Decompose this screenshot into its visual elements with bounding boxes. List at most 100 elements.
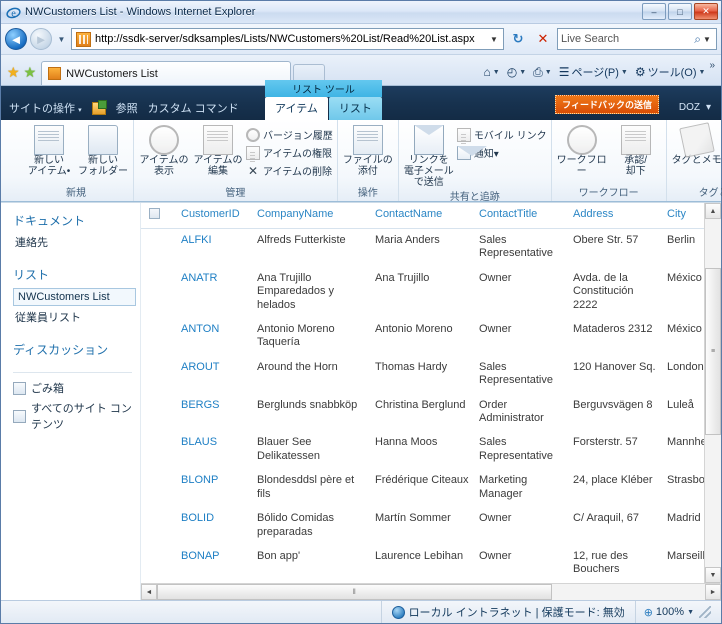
cell-customerid[interactable]: BLAUS <box>177 431 253 469</box>
search-box[interactable]: Live Search ⌕ ▼ <box>557 28 717 50</box>
tab-list[interactable]: リスト <box>328 97 382 120</box>
customer-link[interactable]: AROUT <box>181 361 220 373</box>
customer-link[interactable]: ANTON <box>181 323 219 335</box>
sidebar-item-nwcustomers-list[interactable]: NWCustomers List <box>13 288 136 306</box>
sidebar-item-contacts[interactable]: 連絡先 <box>13 234 140 250</box>
mobile-link-button[interactable]: モバイル リンク <box>456 126 547 143</box>
cell-customerid[interactable]: BOLID <box>177 507 253 545</box>
vertical-scroll-thumb[interactable]: ≡ <box>705 267 721 435</box>
row-select-cell[interactable] <box>141 431 177 469</box>
column-header-companyname[interactable]: CompanyName <box>253 203 371 229</box>
chevron-down-icon[interactable]: ▼ <box>687 609 694 616</box>
scroll-right-button[interactable]: ► <box>705 584 721 600</box>
vertical-scroll-track[interactable]: ≡ <box>705 219 721 567</box>
back-button[interactable]: ◄ <box>5 28 27 50</box>
cell-customerid[interactable]: AROUT <box>177 356 253 394</box>
new-folder-button[interactable]: 新しい フォルダー <box>77 123 129 178</box>
custom-commands-tab[interactable]: カスタム コマンド <box>148 100 239 116</box>
row-select-cell[interactable] <box>141 267 177 318</box>
resize-grip[interactable] <box>699 606 711 618</box>
feeds-button[interactable]: ◴ ▼ <box>504 61 529 83</box>
add-to-favorites-icon[interactable]: ★ <box>24 65 37 79</box>
row-select-cell[interactable] <box>141 545 177 583</box>
attach-file-button[interactable]: ファイルの 添付 <box>342 123 394 178</box>
cell-customerid[interactable]: BLONP <box>177 469 253 507</box>
customer-link[interactable]: ANATR <box>181 272 217 284</box>
horizontal-scrollbar[interactable]: ◄ ‖ ► <box>141 583 721 600</box>
stop-icon[interactable]: ✕ <box>532 28 554 50</box>
select-all-checkbox-icon[interactable] <box>149 208 160 219</box>
site-actions-menu[interactable]: サイトの操作 ▾ <box>9 100 82 116</box>
column-header-contactname[interactable]: ContactName <box>371 203 475 229</box>
vertical-scrollbar[interactable]: ▲ ≡ ▼ <box>704 203 721 583</box>
nav-heading-discussions[interactable]: ディスカッション <box>13 341 140 358</box>
customer-link[interactable]: BERGS <box>181 399 220 411</box>
chevron-down-icon[interactable]: ▼ <box>621 69 628 76</box>
row-select-cell[interactable] <box>141 507 177 545</box>
toolbar-overflow-icon[interactable]: » <box>709 60 715 71</box>
table-row[interactable]: ANATR Ana Trujillo Emparedados y helados… <box>141 267 721 318</box>
navigate-up-icon[interactable] <box>91 99 107 115</box>
version-history-button[interactable]: バージョン履歴 <box>246 126 333 143</box>
chevron-down-icon[interactable]: ▼ <box>493 69 500 76</box>
browser-tab[interactable]: NWCustomers List <box>41 61 292 85</box>
sidebar-item-recycle-bin[interactable]: ごみ箱 <box>13 380 140 396</box>
table-row[interactable]: AROUT Around the Horn Thomas Hardy Sales… <box>141 356 721 394</box>
chevron-down-icon[interactable]: ▼ <box>519 69 526 76</box>
search-input[interactable]: Live Search <box>561 33 694 45</box>
history-caret-icon[interactable]: ▼ <box>55 28 68 50</box>
sidebar-item-employee-list[interactable]: 従業員リスト <box>13 309 140 325</box>
customer-link[interactable]: BONAP <box>181 550 220 562</box>
page-menu[interactable]: ☰ ページ(P) ▼ <box>556 61 631 83</box>
workflows-button[interactable]: ワークフロー <box>556 123 608 178</box>
row-select-cell[interactable] <box>141 229 177 267</box>
tab-items[interactable]: アイテム <box>265 97 328 120</box>
scroll-up-button[interactable]: ▲ <box>705 203 721 219</box>
scroll-left-button[interactable]: ◄ <box>141 584 157 600</box>
forward-button[interactable]: ► <box>30 28 52 50</box>
approve-reject-button[interactable]: 承認/ 却下 <box>610 123 662 178</box>
row-select-cell[interactable] <box>141 318 177 356</box>
close-button[interactable]: ✕ <box>694 3 718 20</box>
table-row[interactable]: BLONP Blondesddsl père et fils Frédériqu… <box>141 469 721 507</box>
customer-link[interactable]: BLAUS <box>181 436 217 448</box>
favorites-center-icon[interactable]: ★ <box>7 65 20 79</box>
table-row[interactable]: ALFKI Alfreds Futterkiste Maria Anders S… <box>141 229 721 267</box>
scroll-down-button[interactable]: ▼ <box>705 567 721 583</box>
row-select-cell[interactable] <box>141 356 177 394</box>
minimize-button[interactable]: – <box>642 3 666 20</box>
table-row[interactable]: BOLID Bólido Comidas preparadas Martín S… <box>141 507 721 545</box>
select-all-header[interactable] <box>141 203 177 229</box>
item-permissions-button[interactable]: アイテムの権限 <box>246 144 333 161</box>
chevron-down-icon[interactable]: ▼ <box>699 69 706 76</box>
cell-customerid[interactable]: ANTON <box>177 318 253 356</box>
refresh-icon[interactable]: ↻ <box>507 28 529 50</box>
new-item-button[interactable]: 新しい アイテム• <box>23 123 75 178</box>
nav-heading-lists[interactable]: リスト <box>13 266 140 283</box>
home-button[interactable]: ⌂ ▼ <box>481 61 503 83</box>
sidebar-item-all-site-content[interactable]: すべてのサイト コンテンツ <box>13 400 140 432</box>
customer-link[interactable]: BLONP <box>181 474 218 486</box>
column-header-customerid[interactable]: CustomerID <box>177 203 253 229</box>
customer-link[interactable]: BOLID <box>181 512 214 524</box>
row-select-cell[interactable] <box>141 394 177 432</box>
url-dropdown-icon[interactable]: ▼ <box>487 35 501 44</box>
alert-me-button[interactable]: 通知▾ <box>456 144 547 161</box>
nav-heading-documents[interactable]: ドキュメント <box>13 212 140 229</box>
customer-link[interactable]: ALFKI <box>181 234 212 246</box>
url-bar[interactable]: http://ssdk-server/sdksamples/Lists/NWCu… <box>71 28 504 50</box>
table-row[interactable]: ANTON Antonio Moreno Taquería Antonio Mo… <box>141 318 721 356</box>
column-header-contacttitle[interactable]: ContactTitle <box>475 203 569 229</box>
row-select-cell[interactable] <box>141 469 177 507</box>
maximize-button[interactable]: □ <box>668 3 692 20</box>
cell-customerid[interactable]: BERGS <box>177 394 253 432</box>
edit-item-button[interactable]: アイテムの 編集 <box>192 123 244 178</box>
table-row[interactable]: BERGS Berglunds snabbköp Christina Bergl… <box>141 394 721 432</box>
chevron-down-icon[interactable]: ▼ <box>545 69 552 76</box>
view-item-button[interactable]: アイテムの 表示 <box>138 123 190 178</box>
tools-menu[interactable]: ⚙ ツール(O) ▼ <box>632 61 709 83</box>
browse-tab[interactable]: 参照 <box>116 100 138 116</box>
search-provider-caret-icon[interactable]: ▼ <box>701 35 713 44</box>
horizontal-scroll-thumb[interactable]: ‖ <box>157 584 552 600</box>
email-link-button[interactable]: リンクを 電子メール で送信 <box>403 123 455 188</box>
